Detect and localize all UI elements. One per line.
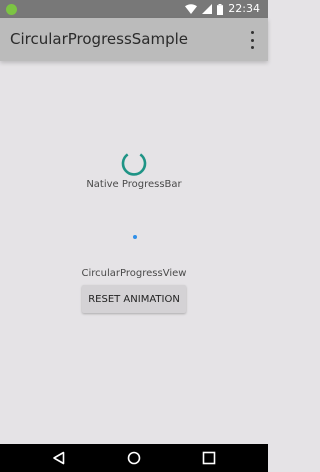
menu-dot [250, 46, 254, 49]
native-progress-label: Native ProgressBar [86, 179, 182, 190]
home-button[interactable] [126, 451, 142, 465]
menu-dot [250, 31, 254, 34]
home-icon [127, 451, 141, 465]
recents-button[interactable] [201, 451, 217, 465]
menu-dot [250, 38, 254, 42]
navigation-bar [0, 444, 268, 472]
battery-icon [217, 3, 224, 15]
status-time: 22:34 [228, 2, 260, 15]
circular-progress-view [133, 235, 137, 239]
back-icon [53, 451, 65, 465]
android-icon [6, 4, 17, 15]
status-icons: 22:34 [185, 2, 260, 16]
native-progress-spinner [121, 153, 147, 176]
app-bar: CircularProgressSample [0, 18, 268, 61]
overflow-menu-icon[interactable] [246, 31, 258, 49]
circular-progress-label: CircularProgressView [81, 268, 187, 279]
status-bar: 22:34 [0, 0, 268, 18]
app-title: CircularProgressSample [10, 30, 189, 48]
signal-icon [202, 4, 213, 14]
recents-icon [202, 451, 216, 465]
wifi-icon [185, 4, 198, 14]
reset-animation-button[interactable]: RESET ANIMATION [82, 285, 186, 313]
back-button[interactable] [51, 451, 67, 465]
